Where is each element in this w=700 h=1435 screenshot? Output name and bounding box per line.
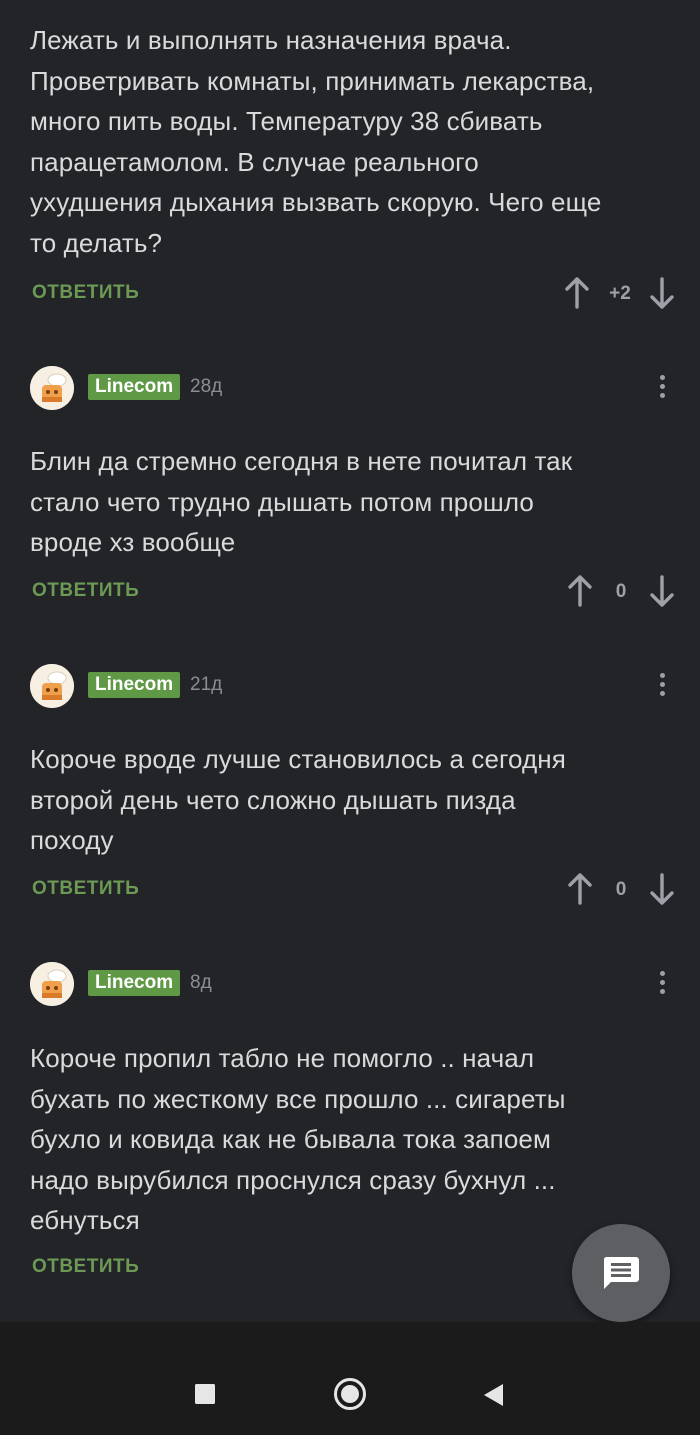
- comment-line: стало чето трудно дышать потом прошло: [30, 486, 534, 517]
- author-badge[interactable]: Linecom: [88, 970, 181, 996]
- comment-line: бухать по жесткому все прошло ... сигаре…: [30, 1083, 566, 1114]
- avatar[interactable]: [30, 962, 74, 1006]
- avatar[interactable]: [30, 664, 74, 708]
- rating-value: 0: [615, 581, 627, 602]
- comment-header: Linecom 28д: [30, 366, 680, 410]
- comment-header: Linecom 21д: [30, 664, 680, 708]
- comment-line: парацетамолом. В случае реального: [30, 146, 479, 177]
- comment-line: то делать?: [30, 227, 163, 258]
- comment-line: Проветривать комнаты, принимать лекарств…: [30, 65, 595, 96]
- comment-footer: ОТВЕТИТЬ 0: [0, 572, 700, 612]
- comment-body: Короче пропил табло не помогло .. начал …: [30, 1038, 680, 1241]
- square-icon[interactable]: [194, 1383, 216, 1405]
- comment-line: Лежать и выполнять назначения врача.: [30, 25, 512, 55]
- triangle-back-icon[interactable]: [482, 1383, 504, 1407]
- arrow-down-icon[interactable]: [648, 872, 676, 906]
- comment-line: бухло и ковида как не бывала тока запоем: [30, 1124, 551, 1154]
- more-vertical-icon[interactable]: [656, 968, 668, 1000]
- more-vertical-icon[interactable]: [656, 670, 668, 702]
- arrow-up-icon[interactable]: [566, 872, 594, 906]
- comment-line: Короче вроде лучше становилось а сегодня: [30, 744, 566, 774]
- comment: Linecom 21д Короче вроде лучше становило…: [0, 664, 700, 924]
- comment-parent: Лежать и выполнять назначения врача. Про…: [0, 0, 700, 320]
- reply-button[interactable]: ОТВЕТИТЬ: [32, 1256, 139, 1278]
- comment-line: надо вырубился проснулся сразу бухнул ..…: [30, 1164, 556, 1195]
- author-badge[interactable]: Linecom: [88, 374, 181, 400]
- arrow-down-icon[interactable]: [648, 574, 676, 608]
- comment-line: Блин да стремно сегодня в нете почитал т…: [30, 446, 573, 476]
- comments-feed[interactable]: Лежать и выполнять назначения врача. Про…: [0, 0, 700, 1322]
- rating-value: +2: [609, 283, 631, 304]
- comment-age: 21д: [190, 674, 223, 695]
- avatar[interactable]: [30, 366, 74, 410]
- arrow-down-icon[interactable]: [648, 276, 676, 310]
- system-nav-bar: [0, 1322, 700, 1435]
- comment-line: ухудшения дыхания вызвать скорую. Чего е…: [30, 187, 602, 217]
- comment-age: 28д: [190, 376, 223, 397]
- comment-icon: [603, 1257, 639, 1289]
- comment-line: походу: [30, 825, 114, 855]
- comment-body: Блин да стремно сегодня в нете почитал т…: [30, 441, 680, 563]
- comment-line: много пить воды. Температуру 38 сбивать: [30, 106, 543, 136]
- comment-body: Лежать и выполнять назначения врача. Про…: [30, 20, 680, 263]
- comment-header: Linecom 8д: [30, 962, 680, 1006]
- comment-age: 8д: [190, 972, 212, 993]
- comment-line: Короче пропил табло не помогло .. начал: [30, 1043, 535, 1073]
- circle-icon[interactable]: [333, 1377, 367, 1411]
- arrow-up-icon[interactable]: [563, 276, 591, 310]
- comment-footer: ОТВЕТИТЬ +2: [0, 274, 700, 314]
- comment-line: вроде хз вообще: [30, 527, 236, 557]
- reply-button[interactable]: ОТВЕТИТЬ: [32, 878, 139, 900]
- write-comment-button[interactable]: [572, 1224, 670, 1322]
- comment-body: Короче вроде лучше становилось а сегодня…: [30, 739, 680, 861]
- page: Лежать и выполнять назначения врача. Про…: [0, 0, 700, 1435]
- author-badge[interactable]: Linecom: [88, 672, 181, 698]
- rating-value: 0: [615, 879, 627, 900]
- comment: Linecom 28д Блин да стремно сегодня в не…: [0, 366, 700, 626]
- comment-footer: ОТВЕТИТЬ 0: [0, 870, 700, 910]
- reply-button[interactable]: ОТВЕТИТЬ: [32, 282, 139, 304]
- comment-line: ебнуться: [30, 1205, 140, 1235]
- reply-button[interactable]: ОТВЕТИТЬ: [32, 580, 139, 602]
- more-vertical-icon[interactable]: [656, 372, 668, 404]
- comment-line: второй день чето сложно дышать пизда: [30, 784, 516, 815]
- arrow-up-icon[interactable]: [566, 574, 594, 608]
